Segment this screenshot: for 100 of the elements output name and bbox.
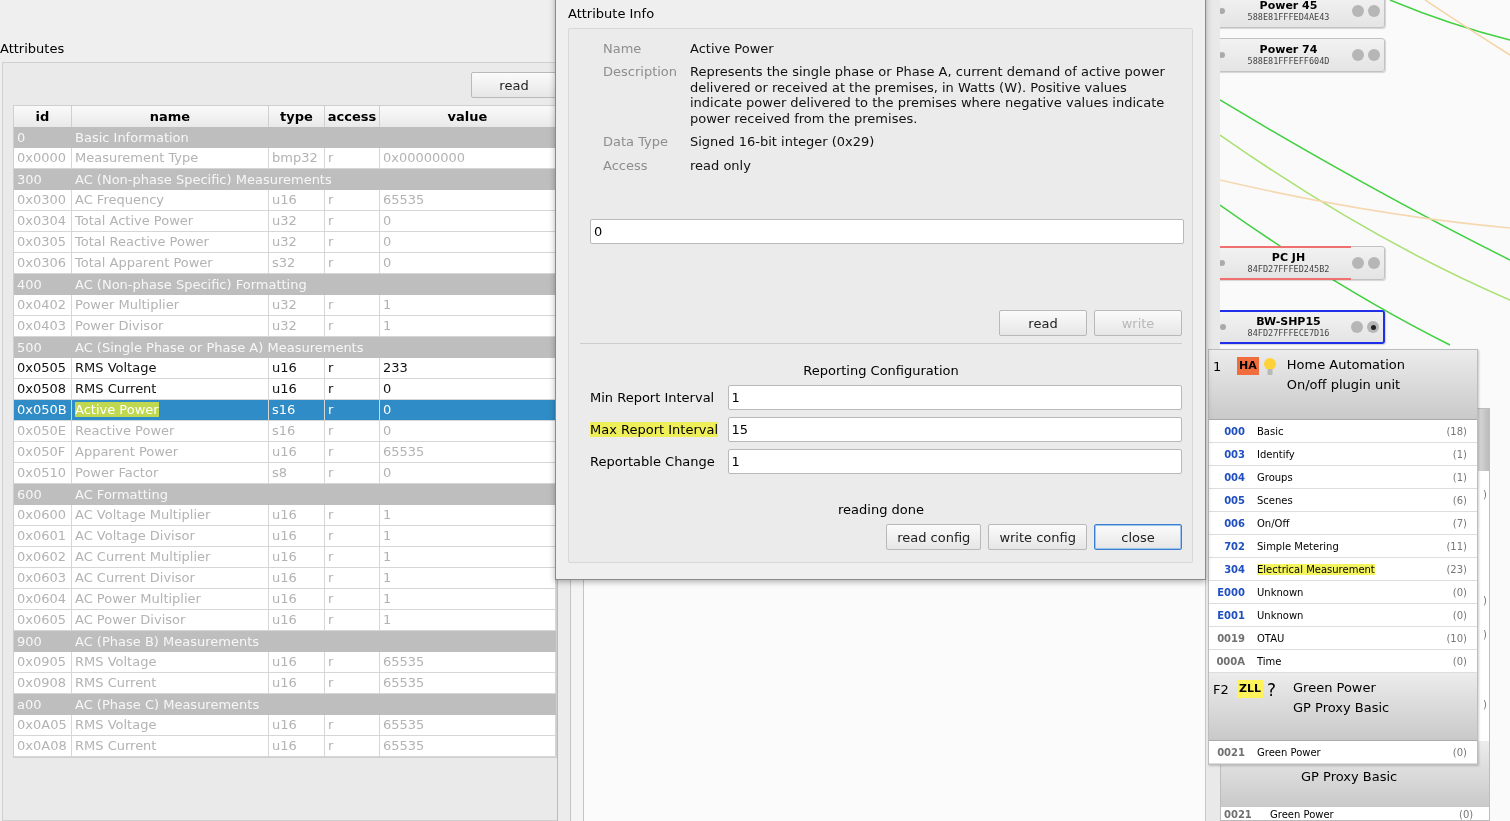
- table-cell: r: [325, 610, 380, 630]
- cluster-row[interactable]: 0021 Green Power (0): [1209, 741, 1477, 764]
- cluster-count: (10): [1445, 632, 1468, 644]
- table-cell: r: [325, 358, 380, 378]
- cluster-id: 0019: [1216, 632, 1245, 644]
- table-cell: r: [325, 715, 380, 735]
- input-field[interactable]: 1: [727, 449, 1182, 474]
- table-cell: u16: [269, 505, 325, 525]
- table-cell: u16: [269, 673, 325, 693]
- value-field[interactable]: 0: [590, 219, 1184, 244]
- dialog-button[interactable]: read: [999, 310, 1087, 336]
- endpoint-title: Green Power: [1293, 680, 1377, 696]
- table-cell: u16: [269, 610, 325, 630]
- cluster-row[interactable]: 005 Scenes (6): [1209, 489, 1477, 512]
- table-cell: r: [325, 316, 380, 336]
- table-cell: 1: [380, 589, 556, 609]
- table-cell: r: [325, 253, 380, 273]
- table-cell: 65535: [380, 715, 556, 735]
- info-value: Signed 16-bit integer (0x29): [690, 134, 876, 150]
- attribute-row[interactable]: 0x0508 RMS Current u16 r 0: [14, 379, 556, 400]
- status-dot-icon: [1352, 257, 1364, 269]
- cluster-row[interactable]: 000 Basic (18): [1209, 420, 1477, 443]
- table-cell: u16: [269, 379, 325, 399]
- cluster-count: (0): [1451, 746, 1468, 758]
- section-title: Attribute Info: [568, 5, 656, 23]
- table-cell: 0x0908: [14, 673, 72, 693]
- table-cell: u16: [269, 190, 325, 210]
- device-node[interactable]: PC JH 84FD27FFFED245B2: [1220, 246, 1385, 280]
- table-cell: s16: [269, 400, 325, 420]
- cluster-count: (1): [1451, 448, 1468, 460]
- table-cell: r: [325, 148, 380, 168]
- cluster-row[interactable]: 0019 OTAU (10): [1209, 627, 1477, 650]
- table-cell: 1: [380, 610, 556, 630]
- cluster-count: (0): [1451, 655, 1468, 667]
- group-id: 900: [16, 633, 43, 651]
- table-cell: 0x0402: [14, 295, 72, 315]
- cluster-row[interactable]: 004 Groups (1): [1209, 466, 1477, 489]
- cluster-count: (0): [1451, 609, 1468, 621]
- cluster-row[interactable]: E001 Unknown (0): [1209, 604, 1477, 627]
- cluster-row[interactable]: 702 Simple Metering (11): [1209, 535, 1477, 558]
- cluster-name: Green Power: [1270, 809, 1335, 820]
- port-dot-icon: [1220, 52, 1225, 58]
- table-cell: u32: [269, 232, 325, 252]
- cluster-id: 702: [1223, 540, 1245, 552]
- table-cell: u16: [269, 526, 325, 546]
- cluster-name: OTAU: [1256, 632, 1286, 644]
- group-name: AC (Phase B) Measurements: [74, 633, 261, 651]
- cluster-row[interactable]: 304 Electrical Measurement (23): [1209, 558, 1477, 581]
- table-cell: 0x0510: [14, 463, 72, 483]
- table-cell: r: [325, 442, 380, 462]
- info-label: Data Type: [603, 134, 670, 150]
- table-cell: 0x0A05: [14, 715, 72, 735]
- cluster-id: E000: [1216, 586, 1245, 598]
- cluster-count: ): [1483, 595, 1487, 606]
- table-cell: r: [325, 736, 380, 756]
- field-label: Max Report Interval: [590, 422, 720, 437]
- group-id: 400: [16, 276, 43, 294]
- port-dot-icon: [1220, 260, 1225, 266]
- input-field[interactable]: 1: [727, 385, 1182, 410]
- table-cell: r: [325, 526, 380, 546]
- cluster-name: Time: [1256, 655, 1283, 667]
- group-name: AC (Non-phase Specific) Measurements: [74, 171, 333, 189]
- field-label: Min Report Interval: [590, 390, 716, 405]
- port-dot-icon: [1220, 324, 1226, 330]
- table-cell: r: [325, 379, 380, 399]
- input-field[interactable]: 15: [727, 417, 1182, 442]
- info-value: read only: [690, 157, 752, 173]
- table-cell: u32: [269, 295, 325, 315]
- cluster-row[interactable]: E000 Unknown (0): [1209, 581, 1477, 604]
- cluster-count: ): [1483, 699, 1487, 710]
- cluster-id: 000: [1223, 425, 1245, 437]
- dialog-button[interactable]: write config: [988, 524, 1087, 550]
- endpoint-header[interactable]: F2 ZLL ? Green Power GP Proxy Basic: [1209, 673, 1477, 741]
- table-cell: r: [325, 505, 380, 525]
- device-node[interactable]: Power 74 588E81FFFEFF604D: [1220, 38, 1385, 72]
- cluster-name: Green Power: [1256, 746, 1322, 758]
- dialog-button[interactable]: read config: [886, 524, 982, 550]
- table-cell: bmp32: [269, 148, 325, 168]
- dialog-button[interactable]: close: [1094, 524, 1182, 550]
- read-button[interactable]: read: [471, 72, 557, 98]
- table-cell: 0x0306: [14, 253, 72, 273]
- attribute-row[interactable]: 0x050B Active Power s16 r 0: [14, 400, 556, 421]
- cluster-row[interactable]: 0021 Green Power (0): [1221, 808, 1489, 821]
- table-cell: u16: [269, 442, 325, 462]
- table-cell: u32: [269, 316, 325, 336]
- cluster-name: Unknown: [1256, 586, 1305, 598]
- node-name: PC JH: [1271, 251, 1306, 264]
- cluster-row[interactable]: 006 On/Off (7): [1209, 512, 1477, 535]
- cluster-count: (23): [1445, 563, 1468, 575]
- attribute-row[interactable]: 0x0505 RMS Voltage u16 r 233: [14, 358, 556, 379]
- device-node[interactable]: Power 45 588E81FFFED4AE43: [1220, 0, 1385, 28]
- table-cell: RMS Current: [72, 736, 269, 756]
- endpoint-id: F2: [1213, 681, 1230, 697]
- endpoint-header[interactable]: 1 HA Home Automation On/off plugin unit: [1209, 350, 1477, 420]
- endpoint-title: Home Automation: [1286, 357, 1405, 373]
- table-cell: Apparent Power: [72, 442, 269, 462]
- cluster-row[interactable]: 003 Identify (1): [1209, 443, 1477, 466]
- table-cell: 0x0305: [14, 232, 72, 252]
- device-node[interactable]: BW-SHP15 84FD27FFFECE7D16: [1220, 310, 1385, 344]
- table-cell: RMS Voltage: [72, 358, 269, 378]
